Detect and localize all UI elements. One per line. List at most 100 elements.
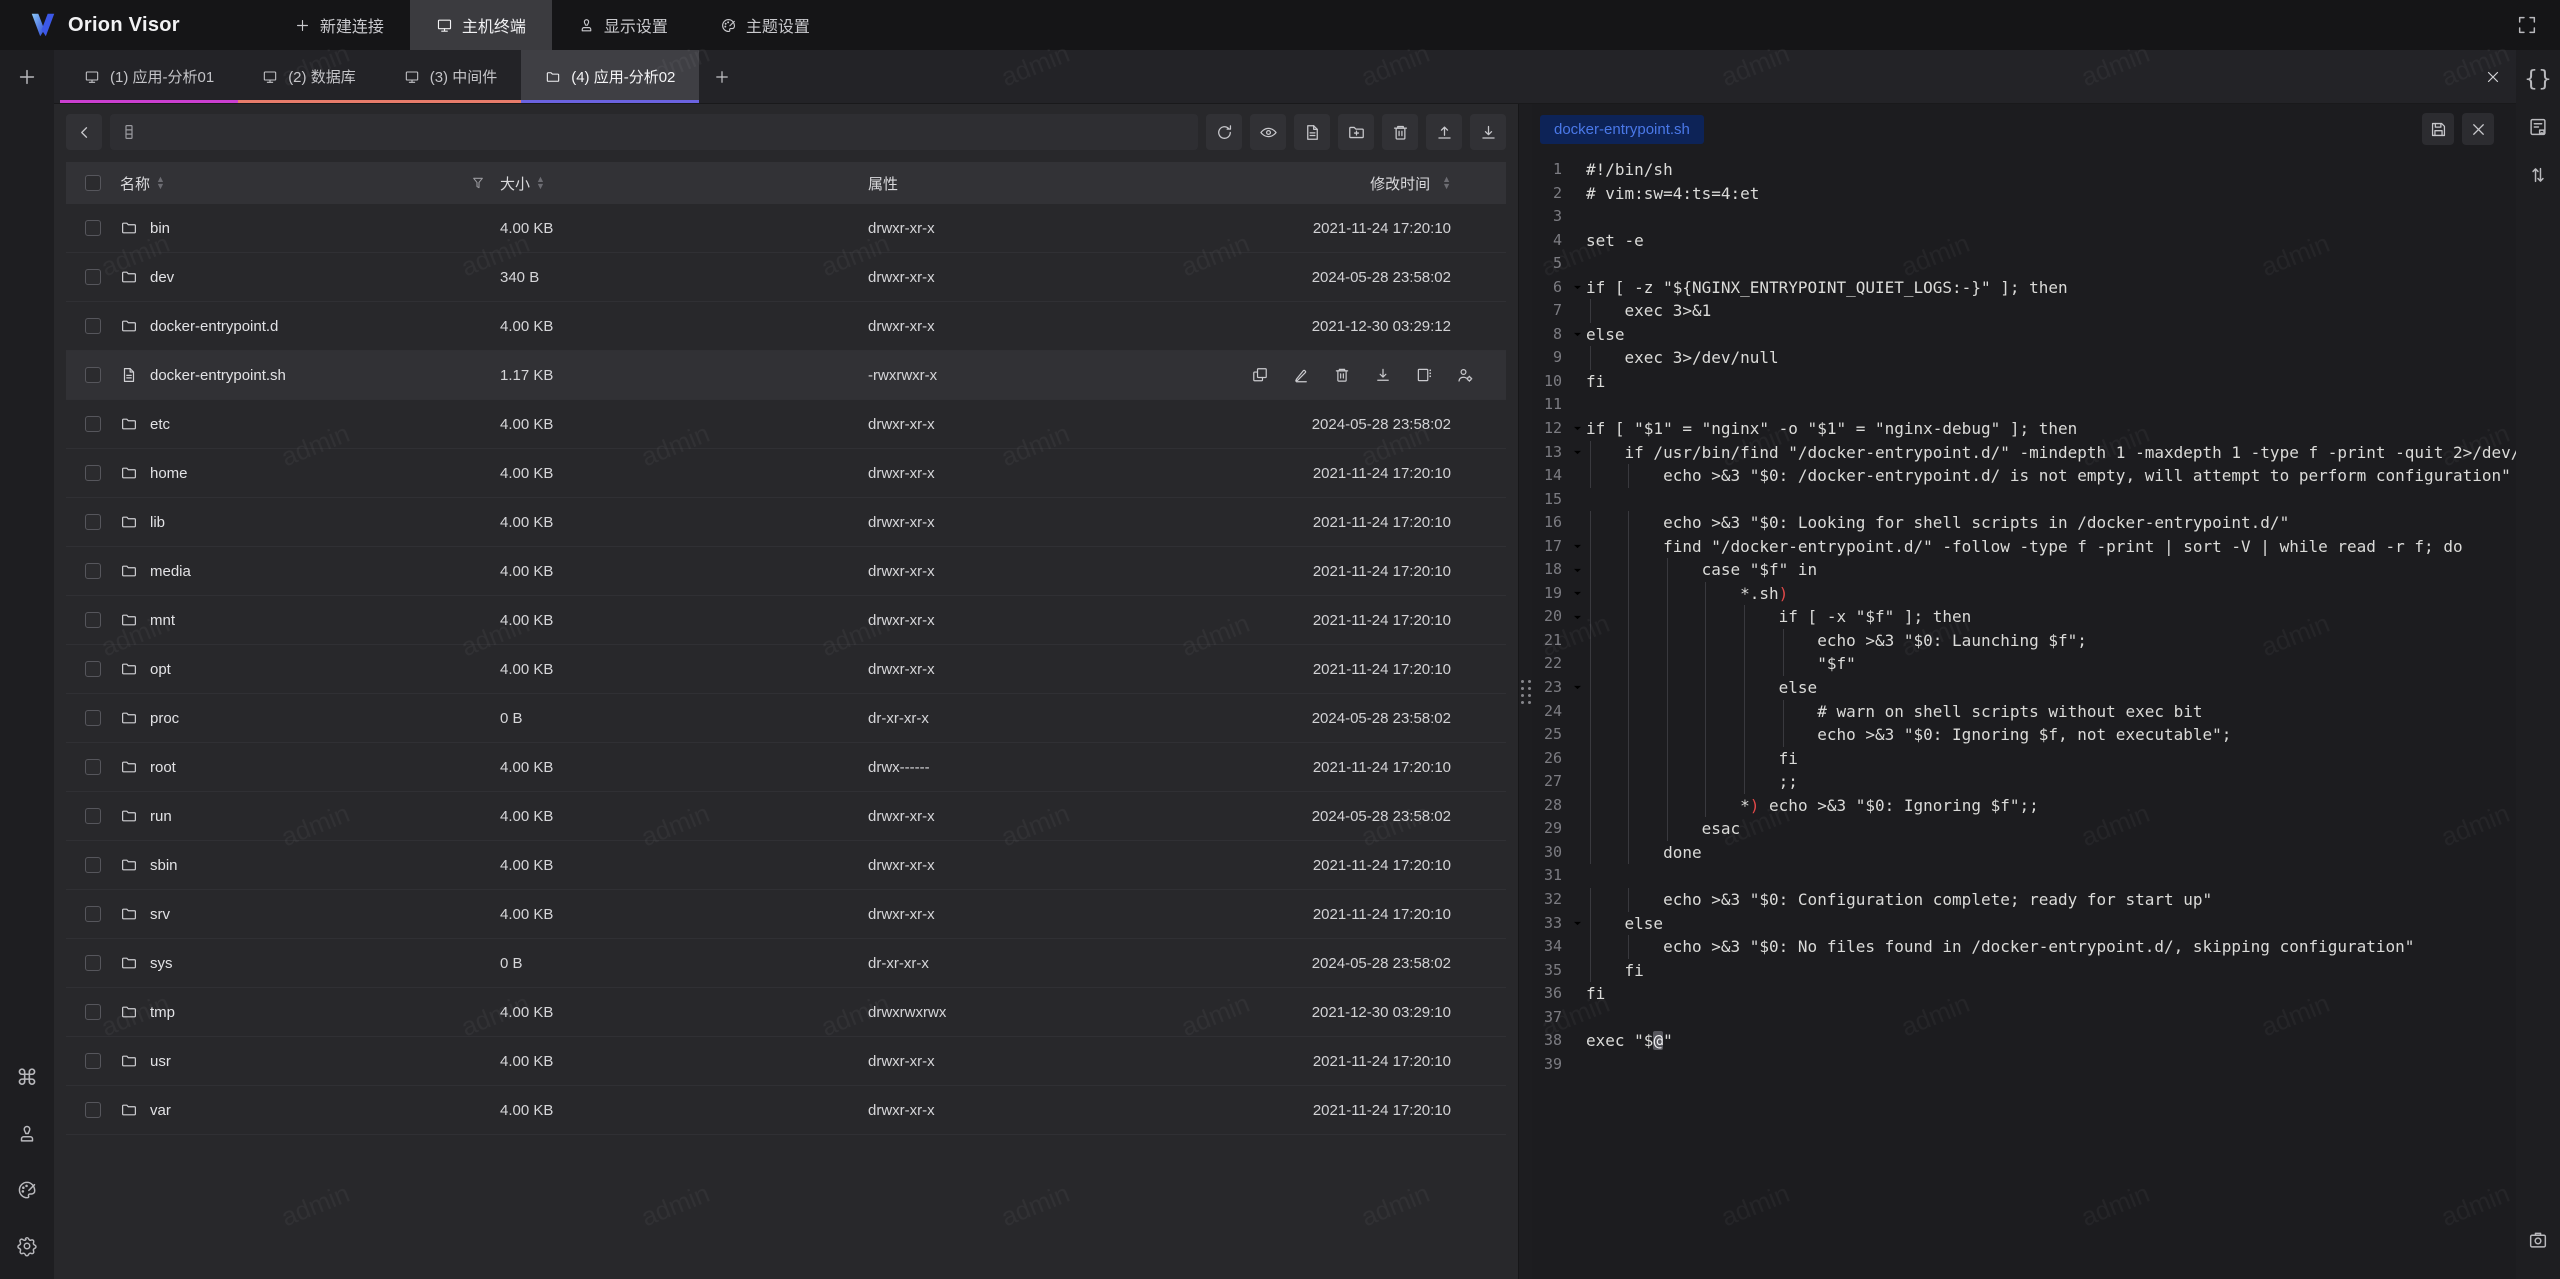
- menu-display-settings[interactable]: 显示设置: [552, 0, 694, 50]
- table-row[interactable]: var4.00 KBdrwxr-xr-x2021-11-24 17:20:10: [66, 1086, 1506, 1135]
- row-checkbox[interactable]: [85, 612, 101, 628]
- file-name[interactable]: media: [150, 563, 191, 580]
- upload-button[interactable]: [1426, 114, 1462, 150]
- sort-name-control[interactable]: ▲▼: [156, 176, 165, 190]
- terminal-tab[interactable]: (4) 应用-分析02: [521, 50, 699, 103]
- row-checkbox[interactable]: [85, 367, 101, 383]
- move-button[interactable]: [1414, 366, 1433, 385]
- file-name[interactable]: docker-entrypoint.d: [150, 318, 278, 335]
- file-name[interactable]: etc: [150, 416, 170, 433]
- row-checkbox[interactable]: [85, 661, 101, 677]
- close-panel-button[interactable]: [2470, 50, 2516, 103]
- fold-chevron-icon[interactable]: [1568, 276, 1586, 300]
- row-checkbox[interactable]: [85, 808, 101, 824]
- close-editor-button[interactable]: [2462, 113, 2494, 145]
- code-editor[interactable]: 1#!/bin/sh2# vim:sw=4:ts=4:et34set -e56i…: [1532, 150, 2516, 1279]
- fold-chevron-icon[interactable]: [1568, 605, 1586, 629]
- terminal-tab[interactable]: (2) 数据库: [238, 50, 380, 103]
- delete-file-button[interactable]: [1332, 366, 1351, 385]
- new-file-button[interactable]: [1294, 114, 1330, 150]
- preview-button[interactable]: [1250, 114, 1286, 150]
- row-checkbox[interactable]: [85, 220, 101, 236]
- file-name[interactable]: docker-entrypoint.sh: [150, 367, 286, 384]
- table-row[interactable]: root4.00 KBdrwx------2021-11-24 17:20:10: [66, 743, 1506, 792]
- column-size[interactable]: 大小: [500, 173, 530, 194]
- fold-chevron-icon[interactable]: [1568, 417, 1586, 441]
- fold-chevron-icon[interactable]: [1568, 582, 1586, 606]
- table-row[interactable]: docker-entrypoint.sh1.17 KB-rwxrwxr-x: [66, 351, 1506, 400]
- row-checkbox[interactable]: [85, 269, 101, 285]
- path-bar[interactable]: [110, 114, 1198, 150]
- table-row[interactable]: srv4.00 KBdrwxr-xr-x2021-11-24 17:20:10: [66, 890, 1506, 939]
- column-name[interactable]: 名称: [120, 173, 150, 194]
- shortcut-keys-button[interactable]: ⌘: [8, 1059, 46, 1097]
- row-checkbox[interactable]: [85, 318, 101, 334]
- copy-button[interactable]: [1250, 366, 1269, 385]
- delete-button[interactable]: [1382, 114, 1418, 150]
- new-folder-button[interactable]: [1338, 114, 1374, 150]
- settings-button[interactable]: [8, 1227, 46, 1265]
- table-row[interactable]: proc0 Bdr-xr-xr-x2024-05-28 23:58:02: [66, 694, 1506, 743]
- file-name[interactable]: opt: [150, 661, 171, 678]
- json-view-button[interactable]: {}: [2519, 60, 2557, 98]
- file-name[interactable]: proc: [150, 710, 179, 727]
- file-name[interactable]: home: [150, 465, 188, 482]
- row-checkbox[interactable]: [85, 1053, 101, 1069]
- table-row[interactable]: media4.00 KBdrwxr-xr-x2021-11-24 17:20:1…: [66, 547, 1506, 596]
- row-checkbox[interactable]: [85, 416, 101, 432]
- table-row[interactable]: tmp4.00 KBdrwxrwxrwx2021-12-30 03:29:10: [66, 988, 1506, 1037]
- column-mtime[interactable]: 修改时间: [1370, 173, 1430, 194]
- file-detail-button[interactable]: [2519, 108, 2557, 146]
- file-name[interactable]: bin: [150, 220, 170, 237]
- file-name[interactable]: srv: [150, 906, 170, 923]
- download-file-button[interactable]: [1373, 366, 1392, 385]
- file-name[interactable]: lib: [150, 514, 165, 531]
- sort-time-control[interactable]: ▲▼: [1442, 176, 1451, 190]
- table-row[interactable]: run4.00 KBdrwxr-xr-x2024-05-28 23:58:02: [66, 792, 1506, 841]
- download-button[interactable]: [1470, 114, 1506, 150]
- table-row[interactable]: mnt4.00 KBdrwxr-xr-x2021-11-24 17:20:10: [66, 596, 1506, 645]
- file-name[interactable]: run: [150, 808, 172, 825]
- row-checkbox[interactable]: [85, 759, 101, 775]
- file-name[interactable]: mnt: [150, 612, 175, 629]
- fold-chevron-icon[interactable]: [1568, 323, 1586, 347]
- table-row[interactable]: lib4.00 KBdrwxr-xr-x2021-11-24 17:20:10: [66, 498, 1506, 547]
- fullscreen-button[interactable]: [2508, 6, 2546, 44]
- menu-host-terminal[interactable]: 主机终端: [410, 0, 552, 50]
- row-checkbox[interactable]: [85, 1102, 101, 1118]
- table-row[interactable]: sbin4.00 KBdrwxr-xr-x2021-11-24 17:20:10: [66, 841, 1506, 890]
- table-row[interactable]: sys0 Bdr-xr-xr-x2024-05-28 23:58:02: [66, 939, 1506, 988]
- refresh-button[interactable]: [1206, 114, 1242, 150]
- table-row[interactable]: usr4.00 KBdrwxr-xr-x2021-11-24 17:20:10: [66, 1037, 1506, 1086]
- save-button[interactable]: [2422, 113, 2454, 145]
- panel-splitter[interactable]: [1518, 104, 1532, 1279]
- table-row[interactable]: etc4.00 KBdrwxr-xr-x2024-05-28 23:58:02: [66, 400, 1506, 449]
- row-checkbox[interactable]: [85, 465, 101, 481]
- table-row[interactable]: dev340 Bdrwxr-xr-x2024-05-28 23:58:02: [66, 253, 1506, 302]
- row-checkbox[interactable]: [85, 857, 101, 873]
- theme-settings-button[interactable]: [8, 1171, 46, 1209]
- file-name[interactable]: usr: [150, 1053, 171, 1070]
- table-row[interactable]: docker-entrypoint.d4.00 KBdrwxr-xr-x2021…: [66, 302, 1506, 351]
- new-terminal-button[interactable]: [8, 58, 46, 96]
- back-button[interactable]: [66, 114, 102, 150]
- transfer-list-button[interactable]: [2519, 156, 2557, 194]
- row-checkbox[interactable]: [85, 906, 101, 922]
- row-checkbox[interactable]: [85, 563, 101, 579]
- path-input[interactable]: [146, 124, 1188, 141]
- fold-chevron-icon[interactable]: [1568, 535, 1586, 559]
- sort-size-control[interactable]: ▲▼: [536, 176, 545, 190]
- table-row[interactable]: bin4.00 KBdrwxr-xr-x2021-11-24 17:20:10: [66, 204, 1506, 253]
- terminal-tab[interactable]: (1) 应用-分析01: [60, 50, 238, 103]
- file-name[interactable]: sbin: [150, 857, 178, 874]
- permission-button[interactable]: [1455, 366, 1474, 385]
- editor-file-tab[interactable]: docker-entrypoint.sh: [1540, 115, 1704, 144]
- table-row[interactable]: opt4.00 KBdrwxr-xr-x2021-11-24 17:20:10: [66, 645, 1506, 694]
- edit-button[interactable]: [1291, 366, 1310, 385]
- row-checkbox[interactable]: [85, 514, 101, 530]
- row-checkbox[interactable]: [85, 1004, 101, 1020]
- filter-icon[interactable]: [470, 175, 486, 191]
- file-name[interactable]: dev: [150, 269, 174, 286]
- menu-theme-settings[interactable]: 主题设置: [694, 0, 836, 50]
- row-checkbox[interactable]: [85, 710, 101, 726]
